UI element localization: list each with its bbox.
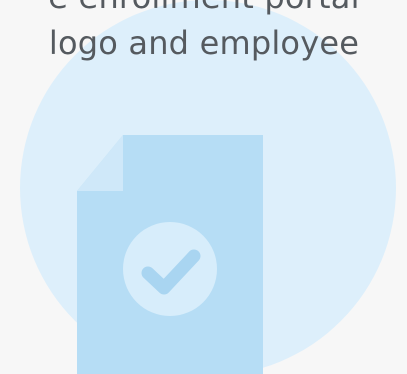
promo-copy: e enrollment portal logo and employee [8, 0, 400, 66]
promo-line-2: logo and employee [48, 24, 360, 62]
portal-promo-panel: e enrollment portal logo and employee [0, 0, 407, 374]
check-icon [123, 222, 217, 316]
promo-line-1: e enrollment portal [8, 0, 400, 20]
document-icon [77, 130, 265, 374]
